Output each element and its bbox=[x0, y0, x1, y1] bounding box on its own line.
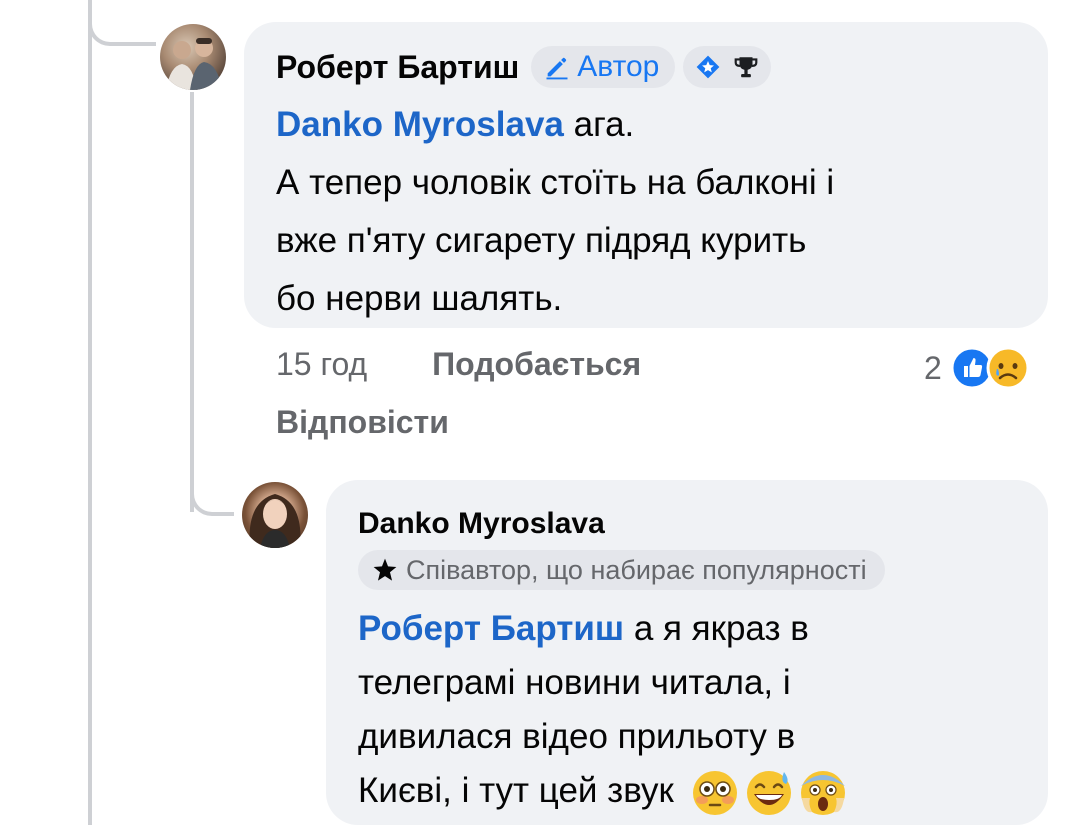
comment-1-header: Роберт Бартиш Автор bbox=[276, 44, 1018, 90]
comment-author-name[interactable]: Роберт Бартиш bbox=[276, 49, 519, 86]
thread-branch-2 bbox=[190, 470, 234, 516]
comment-2-text: Роберт Бартиш а я якраз в телеграмі нови… bbox=[358, 602, 1020, 818]
comment-text-line: бо нерви шалять. bbox=[276, 279, 563, 318]
comment-text-fragment: ага. bbox=[563, 105, 635, 144]
rising-contributor-label: Співавтор, що набирає популярності bbox=[406, 554, 867, 585]
trophy-icon bbox=[734, 57, 758, 78]
grinning-sweat-emoji bbox=[746, 770, 791, 815]
screaming-face-emoji bbox=[800, 770, 845, 815]
avatar-danko[interactable] bbox=[242, 482, 308, 548]
rising-contributor-badge[interactable]: Співавтор, що набирає популярності bbox=[358, 550, 885, 590]
like-button[interactable]: Подобається bbox=[432, 346, 641, 383]
badge-icons-group[interactable] bbox=[683, 46, 772, 88]
comment-text-line: Києві, і тут цей звук bbox=[358, 771, 674, 810]
sad-reaction-icon bbox=[986, 346, 1030, 390]
comment-text-line: вже п'яту сигарету підряд курить bbox=[276, 221, 807, 260]
mention-link[interactable]: Danko Myroslava bbox=[276, 105, 564, 144]
reactions-summary[interactable]: 2 bbox=[924, 344, 1030, 392]
author-badge: Автор bbox=[531, 46, 676, 88]
avatar-robert[interactable] bbox=[160, 24, 226, 90]
comment-bubble-1: Роберт Бартиш Автор Danko Myroslava ага.… bbox=[244, 22, 1048, 328]
comment-text-line: А тепер чоловік стоїть на балконі і bbox=[276, 163, 835, 202]
comment-thread: Роберт Бартиш Автор Danko Myroslava ага.… bbox=[0, 0, 1080, 825]
comment-1-actions: 15 год Подобається bbox=[276, 346, 641, 383]
star-icon bbox=[373, 558, 397, 581]
timestamp[interactable]: 15 год bbox=[276, 346, 367, 383]
comment-author-name[interactable]: Danko Myroslava bbox=[358, 507, 605, 541]
reply-button[interactable]: Відповісти bbox=[276, 404, 449, 441]
thread-line-outer bbox=[88, 0, 92, 825]
comment-1-text: Danko Myroslava ага. А тепер чоловік сто… bbox=[276, 96, 1018, 328]
comment-bubble-2: Danko Myroslava Співавтор, що набирає по… bbox=[326, 480, 1048, 825]
reaction-count: 2 bbox=[924, 349, 942, 386]
pencil-icon bbox=[546, 57, 568, 80]
flushed-face-emoji bbox=[692, 770, 737, 815]
mention-link[interactable]: Роберт Бартиш bbox=[358, 609, 624, 648]
comment-text-line: телеграмі новини читала, і bbox=[358, 663, 791, 702]
thread-line-inner bbox=[190, 92, 194, 512]
thread-branch-1 bbox=[88, 0, 156, 46]
comment-2-header: Danko Myroslava bbox=[358, 502, 1020, 546]
comment-text-fragment: а я якраз в bbox=[624, 609, 809, 648]
diamond-star-icon bbox=[696, 55, 720, 79]
author-badge-label: Автор bbox=[577, 50, 660, 83]
emoji-group bbox=[690, 768, 848, 818]
comment-text-line: дивилася відео прильоту в bbox=[358, 717, 796, 756]
